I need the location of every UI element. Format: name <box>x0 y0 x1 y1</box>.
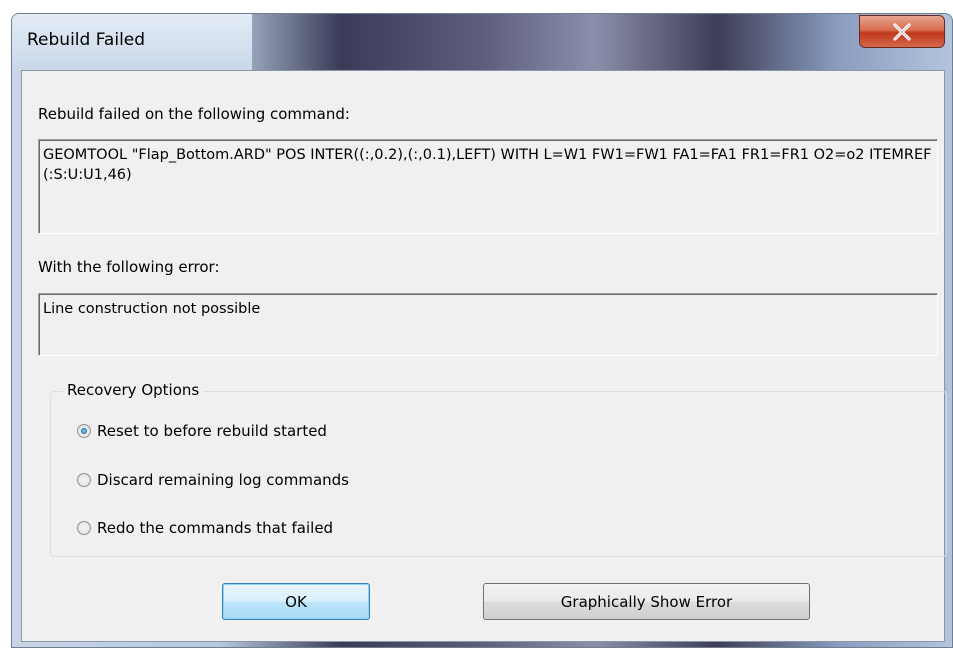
rebuild-failed-dialog: Rebuild Failed Rebuild failed on the fol… <box>11 13 953 648</box>
radio-icon[interactable] <box>77 473 91 487</box>
radio-redo-failed-commands[interactable]: Redo the commands that failed <box>77 519 333 537</box>
window-title: Rebuild Failed <box>27 30 146 50</box>
radio-discard-remaining-log[interactable]: Discard remaining log commands <box>77 471 349 489</box>
radio-icon[interactable] <box>77 521 91 535</box>
recovery-options-group: Recovery Options Reset to before rebuild… <box>50 381 947 557</box>
close-icon <box>893 22 911 41</box>
radio-label: Redo the commands that failed <box>97 519 334 537</box>
command-label: Rebuild failed on the following command: <box>38 105 350 123</box>
title-bar[interactable]: Rebuild Failed <box>12 14 952 70</box>
radio-reset-before-rebuild[interactable]: Reset to before rebuild started <box>77 422 327 440</box>
error-message-text[interactable]: Line construction not possible <box>38 293 938 356</box>
ok-button[interactable]: OK <box>222 583 370 620</box>
error-label: With the following error: <box>38 258 220 276</box>
dialog-client-area: Rebuild failed on the following command:… <box>21 70 947 642</box>
failed-command-text[interactable]: GEOMTOOL "Flap_Bottom.ARD" POS INTER((:,… <box>38 139 938 234</box>
close-button[interactable] <box>859 15 945 48</box>
radio-label: Reset to before rebuild started <box>97 422 327 440</box>
recovery-options-title: Recovery Options <box>63 381 204 399</box>
graphically-show-error-button[interactable]: Graphically Show Error <box>483 583 810 620</box>
radio-label: Discard remaining log commands <box>97 471 349 489</box>
radio-icon[interactable] <box>77 424 91 438</box>
